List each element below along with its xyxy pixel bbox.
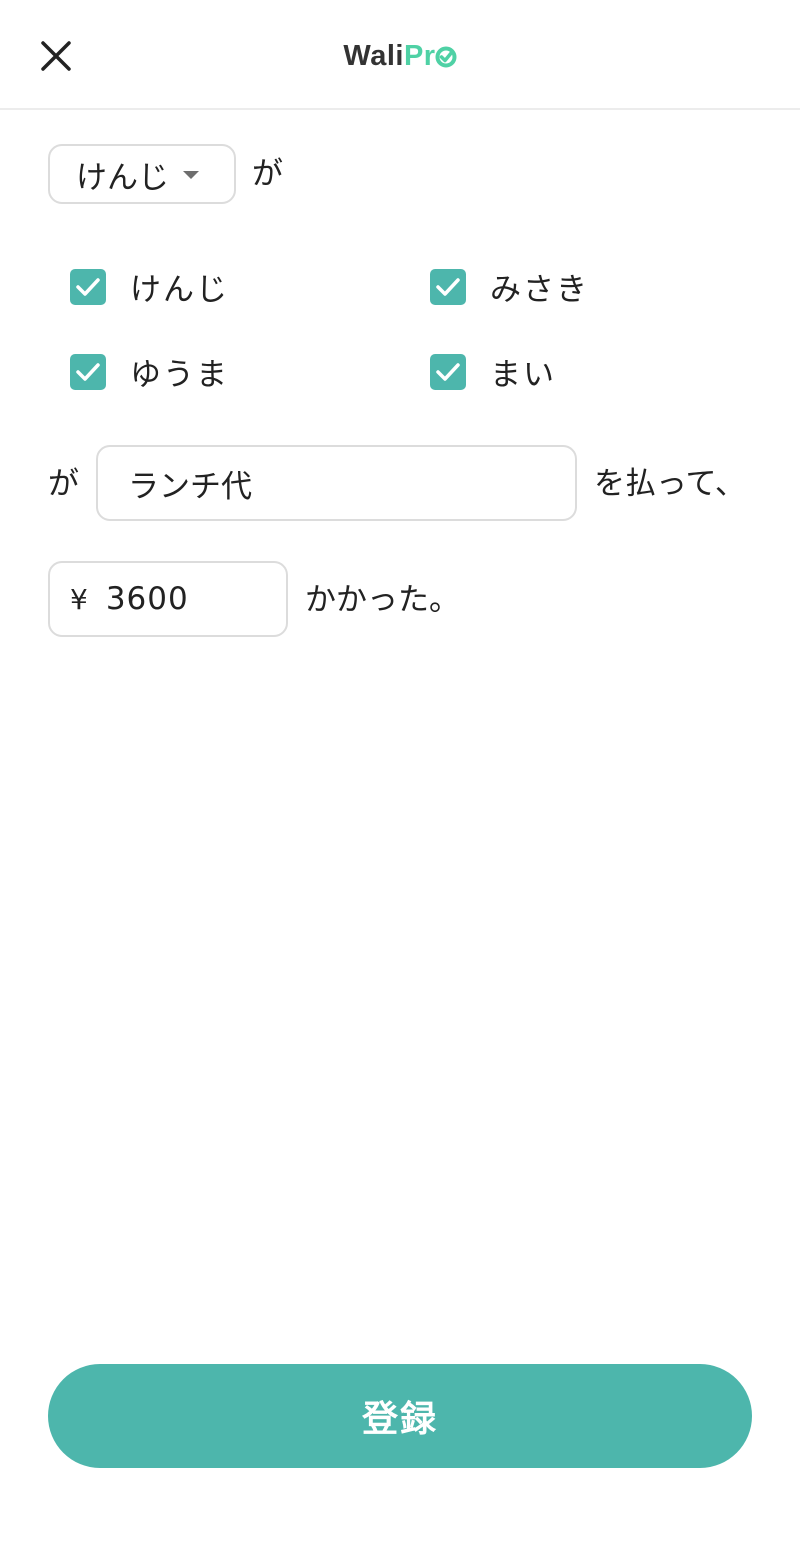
participant-checkbox-kenji[interactable]: けんじ: [70, 264, 229, 309]
payer-select[interactable]: けんじ: [48, 144, 236, 204]
participant-checkbox-yuma[interactable]: ゆうま: [70, 349, 229, 394]
payer-select-value: けんじ: [76, 159, 169, 196]
participant-label: ゆうま: [130, 357, 229, 393]
checkbox-checked-icon: [70, 268, 106, 305]
purpose-input-box[interactable]: [96, 445, 577, 521]
register-button[interactable]: 登録: [48, 1364, 752, 1468]
amount-suffix-text: かかった。: [305, 582, 460, 618]
dropdown-caret-icon: [183, 171, 199, 179]
amount-input[interactable]: [103, 580, 286, 618]
checkbox-checked-icon: [430, 268, 466, 305]
app-logo: WaliPr: [0, 36, 800, 76]
currency-symbol: ¥: [70, 582, 88, 616]
checkbox-checked-icon: [70, 353, 106, 390]
participant-checkbox-mai[interactable]: まい: [430, 349, 556, 394]
participant-label: まい: [490, 357, 556, 393]
checkbox-checked-icon: [430, 353, 466, 390]
purpose-suffix-text: を払って、: [594, 466, 746, 502]
app-header: WaliPr: [0, 0, 800, 110]
payer-suffix-text: が: [252, 156, 283, 192]
participant-checkbox-misaki[interactable]: みさき: [430, 264, 589, 309]
amount-input-box[interactable]: ¥: [48, 561, 288, 637]
participants-suffix-text: が: [48, 466, 79, 502]
participant-label: けんじ: [130, 272, 229, 308]
purpose-input[interactable]: [126, 464, 575, 502]
participant-label: みさき: [490, 272, 589, 308]
check-circle-logo-icon: [435, 46, 457, 68]
